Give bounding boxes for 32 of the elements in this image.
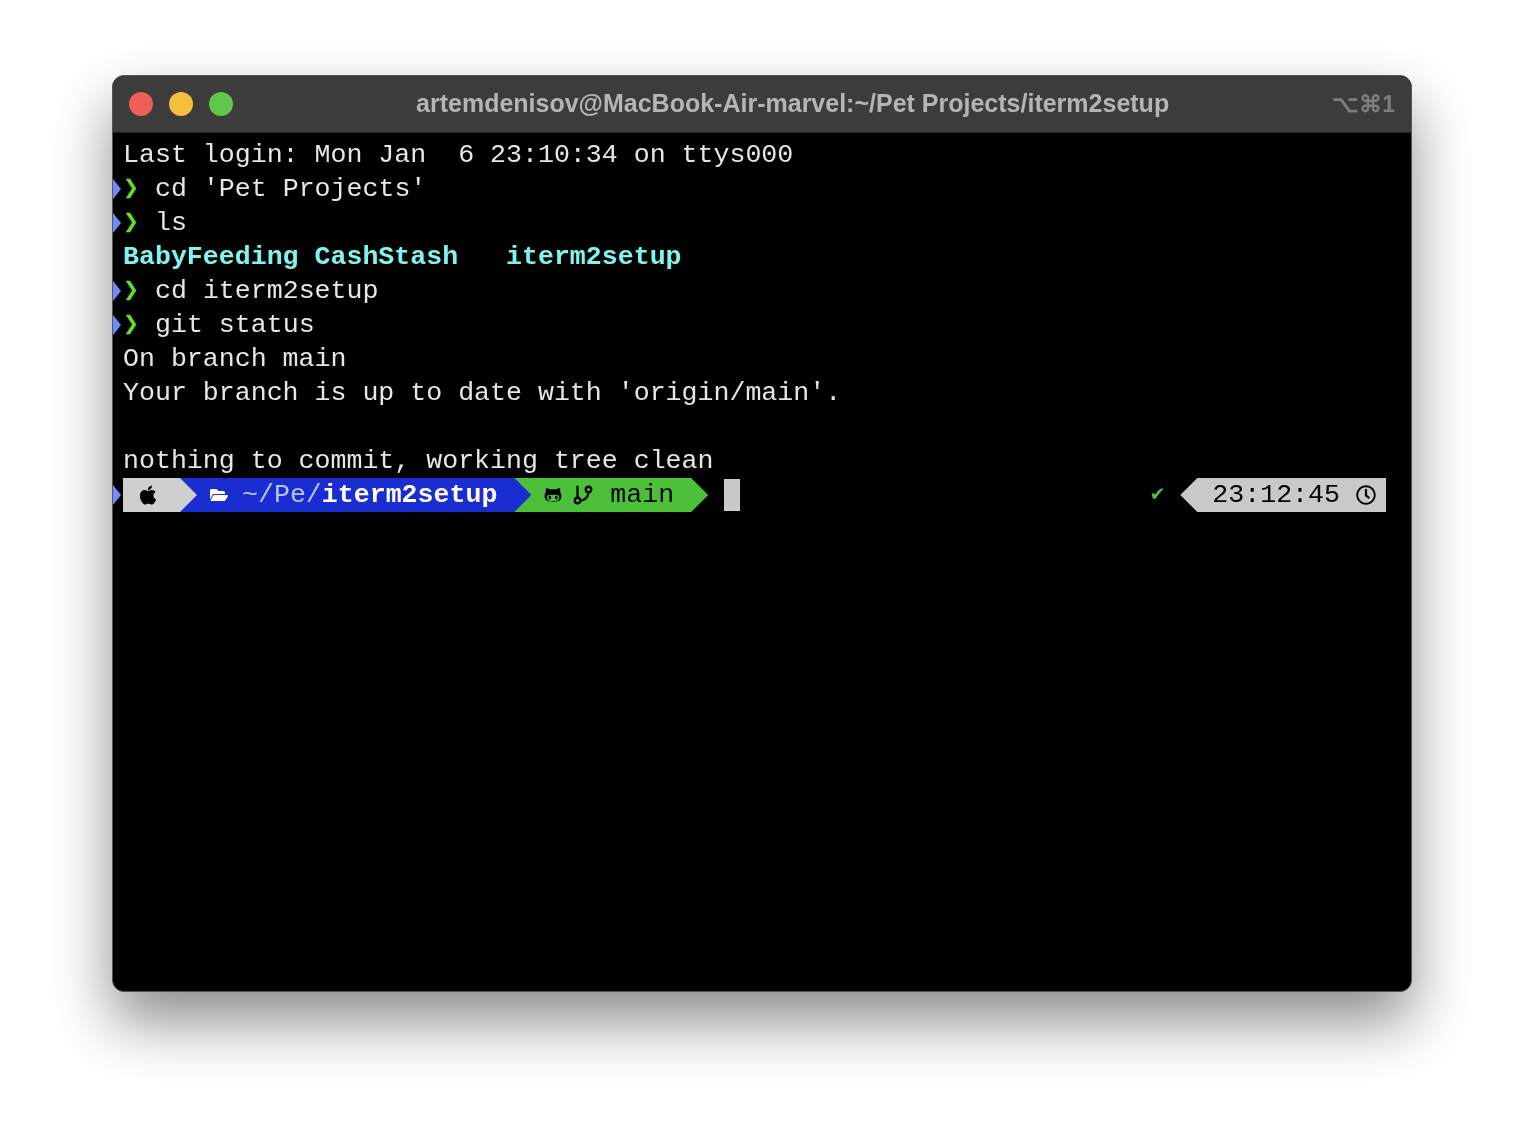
output-line: On branch main (122, 343, 347, 376)
folder-icon (210, 486, 228, 504)
window-title: artemdenisov@MacBook-Air-marvel:~/Pet Projects/iterm2setup (416, 88, 1170, 120)
command-text: git status (155, 309, 315, 342)
command-text: cd 'Pet Projects' (155, 173, 427, 206)
command-text: ls (155, 207, 187, 240)
prompt-symbol: ❯ (123, 207, 139, 240)
cat-icon (544, 486, 563, 504)
prompt-marker-icon (113, 485, 121, 505)
minimize-button[interactable] (169, 92, 193, 116)
prompt-marker-icon (113, 213, 121, 233)
close-button[interactable] (129, 92, 153, 116)
apple-icon (137, 484, 159, 506)
clock-icon (1356, 485, 1376, 505)
shortcut-label: ⌥⌘1 (1332, 89, 1395, 119)
text-cursor (724, 479, 741, 511)
branch-name: main (610, 479, 675, 512)
output-line: Your branch is up to date with 'origin/main'. (122, 377, 842, 410)
prompt-symbol: ❯ (123, 309, 139, 342)
path-text: ~/Pe/iterm2setup (242, 479, 498, 512)
output-line: Last login: Mon Jan 6 23:10:34 on ttys000 (122, 139, 794, 172)
prompt-marker-icon (113, 315, 121, 335)
zoom-button[interactable] (209, 92, 233, 116)
output-line: nothing to commit, working tree clean (122, 445, 714, 478)
prompt-marker-icon (113, 281, 121, 301)
prompt-symbol: ❯ (123, 275, 139, 308)
prompt-symbol: ❯ (123, 173, 139, 206)
prompt-marker-icon (113, 179, 121, 199)
status-check: ✔ (1151, 481, 1165, 509)
command-text: cd iterm2setup (155, 275, 379, 308)
time-text: 23:12:45 (1212, 479, 1340, 512)
directory-listing: BabyFeeding CashStash iterm2setup (122, 241, 682, 274)
